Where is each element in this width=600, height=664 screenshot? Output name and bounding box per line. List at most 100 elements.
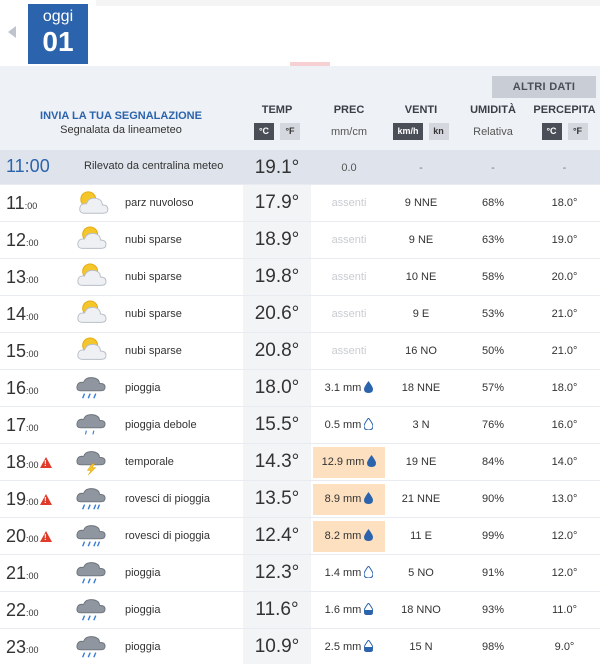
row-wind: 9 NNE [404,197,438,209]
row-perceived: 14.0° [551,456,578,468]
row-description: parz nuvoloso [125,197,194,209]
row-humidity: 53% [481,308,505,320]
rain-drop-icon [364,566,374,578]
row-wind: 15 N [409,641,433,653]
forecast-row[interactable]: 19:00 rovesci di pioggia 13.5° 8.9 mm 21 NNE… [0,480,600,517]
row-wind: 5 NO [408,567,434,579]
row-hour: 13:00 [6,267,39,288]
row-hour-minutes: :00 [26,534,39,544]
row-humidity: 50% [481,345,505,357]
forecast-row[interactable]: 14:00 nubi sparse 20.6° assenti 9 E 53% 21.0° [0,295,600,332]
row-temp: 12.3° [243,555,311,591]
row-hour-minutes: :00 [26,571,39,581]
row-description: pioggia [125,567,161,579]
rain-icon [74,374,110,402]
warning-icon[interactable] [40,531,52,542]
forecast-row[interactable]: 13:00 nubi sparse 19.8° assenti 10 NE 58% 20.0… [0,258,600,295]
row-perceived: 13.0° [551,493,578,505]
row-hour: 18:00 [6,452,39,473]
header-temp-title: TEMP [261,104,293,116]
row-hour: 20:00 [6,526,39,547]
row-temp: 20.8° [243,333,311,369]
row-hour-value: 19 [6,489,27,509]
rain-icon [74,559,110,587]
row-hour: 16:00 [6,378,39,399]
altri-dati-button[interactable]: ALTRI DATI [492,76,596,98]
row-description: rovesci di pioggia [125,530,210,542]
warning-icon[interactable] [40,457,52,468]
send-report-link[interactable]: INVIA LA TUA SEGNALAZIONE [0,110,242,122]
row-perceived: 16.0° [551,419,578,431]
forecast-row[interactable]: 11:00 parz nuvoloso 17.9° assenti 9 NNE 68% 18… [0,184,600,221]
forecast-row[interactable]: 22:00 pioggia 11.6° 1.6 mm 18 NNO 93% 11.0° [0,591,600,628]
row-prec-value: assenti [331,308,367,320]
rain-drop-icon [367,455,377,467]
temp-celsius-toggle[interactable]: °C [254,123,274,140]
row-wind: 21 NNE [401,493,441,505]
rain-drop-icon [364,640,374,652]
scattered-clouds-icon [74,263,110,291]
row-description: pioggia [125,641,161,653]
forecast-row[interactable]: 16:00 pioggia 18.0° 3.1 mm 18 NNE 57% 18.0° [0,369,600,406]
day-selector-today[interactable]: oggi 01 [28,4,88,64]
observed-row: 11:00 Rilevato da centralina meteo 19.1°… [0,150,600,184]
row-humidity: 93% [481,604,505,616]
temp-fahrenheit-toggle[interactable]: °F [280,123,300,140]
row-wind: 11 E [410,530,432,542]
forecast-row[interactable]: 12:00 nubi sparse 18.9° assenti 9 NE 63% 19.0° [0,221,600,258]
row-temp: 13.5° [243,481,311,517]
row-temp: 12.4° [243,518,311,554]
row-wind: 9 E [412,308,430,320]
row-prec-value: 2.5 mm [324,641,362,653]
row-precipitation: assenti [313,185,385,221]
row-description: nubi sparse [125,345,182,357]
row-hour-value: 17 [6,415,27,435]
observed-time: 11:00 [6,156,50,176]
row-temp: 14.3° [243,444,311,480]
row-temp: 11.6° [243,592,311,628]
row-humidity: 84% [481,456,505,468]
row-hour-minutes: :00 [26,349,39,359]
row-precipitation: 8.2 mm [313,521,385,552]
perceived-celsius-toggle[interactable]: °C [541,123,562,140]
row-description: nubi sparse [125,271,182,283]
forecast-row[interactable]: 21:00 pioggia 12.3° 1.4 mm 5 NO 91% 12.0° [0,554,600,591]
row-hour: 17:00 [6,415,39,436]
forecast-row[interactable]: 15:00 nubi sparse 20.8° assenti 16 NO 50% 21.0… [0,332,600,369]
forecast-row[interactable]: 18:00 temporale 14.3° 12.9 mm 19 NE 84% 14.0° [0,443,600,480]
previous-day-arrow-icon[interactable] [8,26,16,38]
wind-kn-toggle[interactable]: kn [428,123,449,140]
row-humidity: 63% [481,234,505,246]
rain-icon [74,596,110,624]
warning-icon[interactable] [40,494,52,505]
row-temp: 20.6° [243,296,311,332]
report-panel: INVIA LA TUA SEGNALAZIONE Segnalata da l… [0,98,242,150]
row-humidity: 68% [481,197,505,209]
row-humidity: 76% [481,419,505,431]
row-perceived: 19.0° [551,234,578,246]
observed-temp: 19.1° [254,157,300,178]
day-name: oggi [42,8,74,25]
forecast-row[interactable]: 17:00 pioggia debole 15.5° 0.5 mm 3 N 76% 16.0… [0,406,600,443]
wind-kmh-toggle[interactable]: km/h [393,123,423,140]
row-description: temporale [125,456,174,468]
row-hour-value: 23 [6,637,27,657]
row-hour-minutes: :00 [26,238,39,248]
row-hour-value: 16 [6,378,27,398]
forecast-row[interactable]: 20:00 rovesci di pioggia 12.4° 8.2 mm 11 E 99… [0,517,600,554]
perceived-fahrenheit-toggle[interactable]: °F [567,123,588,140]
row-perceived: 18.0° [551,197,578,209]
row-wind: 19 NE [405,456,437,468]
row-perceived: 21.0° [551,308,578,320]
row-hour-minutes: :00 [26,608,39,618]
forecast-row[interactable]: 23:00 pioggia 10.9° 2.5 mm 15 N 98% 9.0° [0,628,600,664]
table-header: INVIA LA TUA SEGNALAZIONE Segnalata da l… [0,98,600,150]
row-hour-value: 11 [6,193,25,213]
rain-drop-icon [364,418,374,430]
row-temp: 18.9° [243,222,311,258]
header-wind: VENTI km/h kn [385,98,457,150]
row-prec-value: 12.9 mm [321,456,365,468]
row-humidity: 57% [481,382,505,394]
scattered-clouds-icon [74,337,110,365]
row-prec-value: 3.1 mm [324,382,362,394]
